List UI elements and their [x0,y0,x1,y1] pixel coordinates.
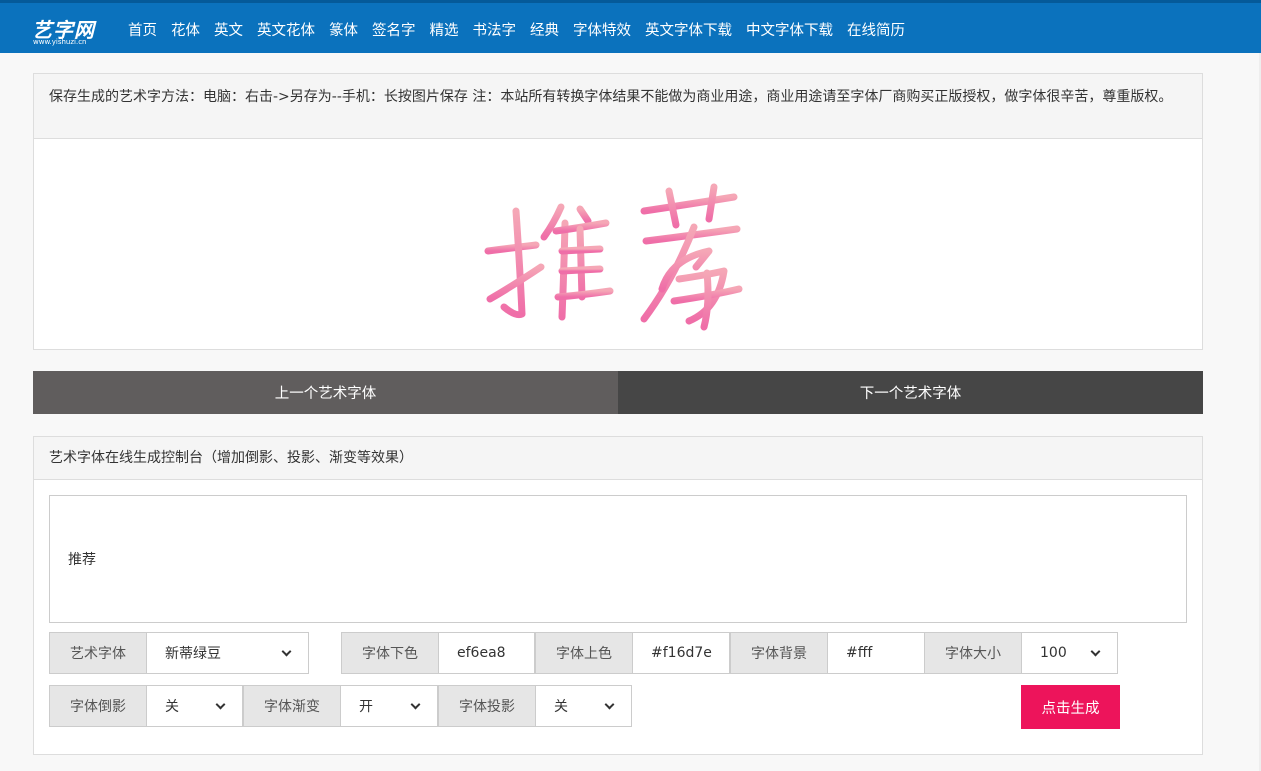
previous-font-button[interactable]: 上一个艺术字体 [33,371,618,414]
chevron-down-icon [410,699,421,709]
font-size-group: 字体大小 100 [924,632,1118,674]
nav-menu: 首页 花体 英文 英文花体 篆体 签名字 精选 书法字 经典 字体特效 英文字体… [128,19,905,40]
background-color-input[interactable]: #fff [828,632,925,674]
font-size-label: 字体大小 [924,632,1022,674]
reflection-group: 字体倒影 关 [49,685,243,727]
bottom-color-group: 字体下色 ef6ea8 [341,632,535,674]
nav-item-calligraphy[interactable]: 书法字 [473,19,517,40]
nav-item-signature[interactable]: 签名字 [372,19,416,40]
chevron-down-icon [604,699,615,709]
shadow-label: 字体投影 [438,685,536,727]
logo-url: www.yishuzi.cn [33,38,87,46]
gradient-group: 字体渐变 开 [243,685,438,727]
bottom-color-label: 字体下色 [341,632,439,674]
console-title: 艺术字体在线生成控制台（增加倒影、投影、渐变等效果） [34,437,1202,480]
nav-item-seal-script[interactable]: 篆体 [329,19,358,40]
gradient-select[interactable]: 开 [341,685,438,727]
reflection-label: 字体倒影 [49,685,147,727]
next-font-button[interactable]: 下一个艺术字体 [618,371,1203,414]
nav-item-english-font-download[interactable]: 英文字体下载 [645,19,732,40]
text-input[interactable]: 推荐 [49,495,1187,623]
font-size-select[interactable]: 100 [1022,632,1118,674]
shadow-value: 关 [554,699,568,715]
chevron-down-icon [215,699,226,709]
reflection-value: 关 [165,699,179,715]
site-logo[interactable]: 艺字网 www.yishuzi.cn [32,14,112,48]
art-text-preview-image[interactable] [34,139,1202,349]
preview-panel: 保存生成的艺术字方法：电脑：右击->另存为--手机：长按图片保存 注：本站所有转… [33,73,1203,350]
font-select-group: 艺术字体 新蒂绿豆 [49,632,309,674]
gradient-label: 字体渐变 [243,685,341,727]
font-select[interactable]: 新蒂绿豆 [147,632,309,674]
nav-item-english-fancy[interactable]: 英文花体 [257,19,315,40]
top-color-label: 字体上色 [535,632,633,674]
nav-item-classic[interactable]: 经典 [530,19,559,40]
nav-item-fancy[interactable]: 花体 [171,19,200,40]
nav-item-home[interactable]: 首页 [128,19,157,40]
chevron-down-icon [281,646,292,656]
generate-button[interactable]: 点击生成 [1021,685,1120,729]
font-label: 艺术字体 [49,632,147,674]
nav-item-font-effects[interactable]: 字体特效 [573,19,631,40]
reflection-select[interactable]: 关 [147,685,243,727]
nav-item-online-resume[interactable]: 在线简历 [847,19,905,40]
chevron-down-icon [1090,646,1101,656]
top-color-input[interactable]: #f16d7e [633,632,730,674]
gradient-value: 开 [359,699,373,715]
top-color-group: 字体上色 #f16d7e [535,632,730,674]
font-select-value: 新蒂绿豆 [165,646,221,662]
top-nav-bar: 艺字网 www.yishuzi.cn 首页 花体 英文 英文花体 篆体 签名字 … [0,0,1261,53]
background-color-group: 字体背景 #fff [730,632,925,674]
font-size-value: 100 [1040,645,1067,661]
nav-item-english[interactable]: 英文 [214,19,243,40]
nav-item-chinese-font-download[interactable]: 中文字体下载 [746,19,833,40]
shadow-select[interactable]: 关 [536,685,632,727]
background-color-label: 字体背景 [730,632,828,674]
save-instructions: 保存生成的艺术字方法：电脑：右击->另存为--手机：长按图片保存 注：本站所有转… [34,74,1202,139]
font-navigation: 上一个艺术字体 下一个艺术字体 [33,371,1203,414]
nav-item-featured[interactable]: 精选 [430,19,459,40]
bottom-color-input[interactable]: ef6ea8 [439,632,535,674]
shadow-group: 字体投影 关 [438,685,632,727]
